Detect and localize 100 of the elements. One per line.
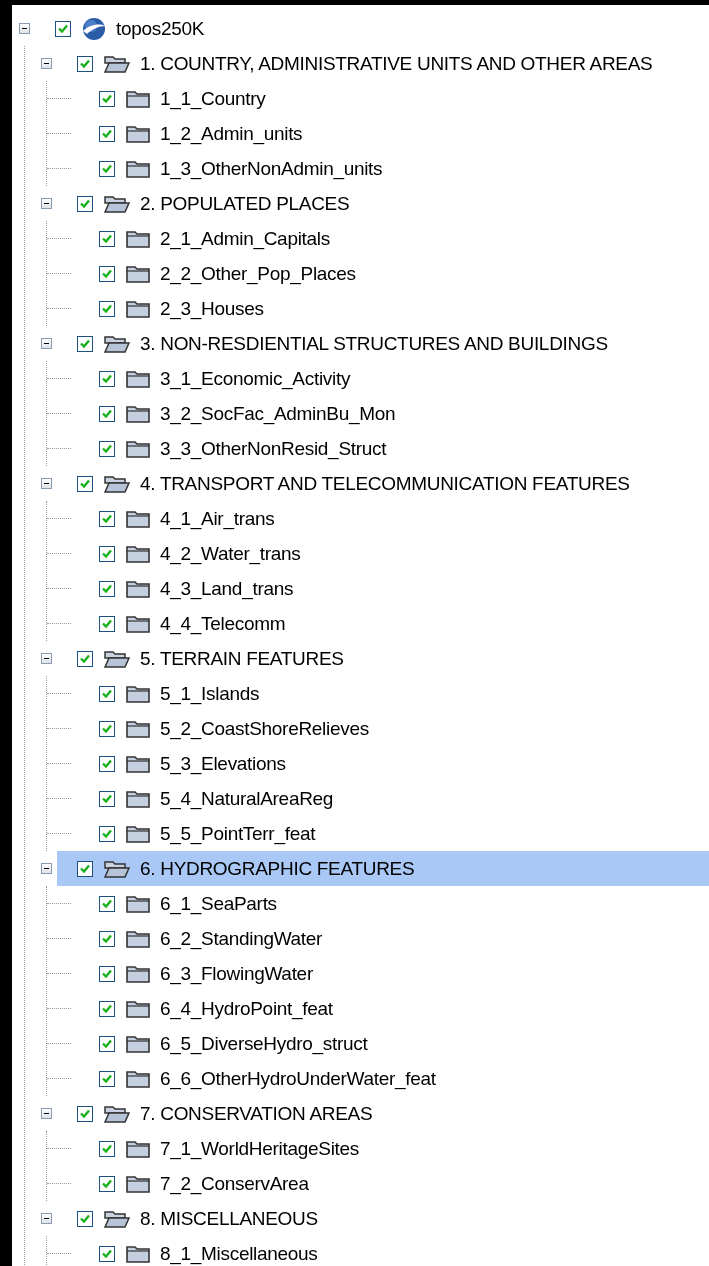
selected-row[interactable]: 6. HYDROGRAPHIC FEATURES: [57, 851, 709, 886]
checkbox[interactable]: [99, 545, 115, 562]
folder-icon: [125, 543, 151, 564]
layer-name: 6_1_SeaParts: [160, 892, 277, 915]
checkbox[interactable]: [99, 755, 115, 772]
layer-name: 8. MISCELLANEOUS: [140, 1207, 318, 1230]
checkbox[interactable]: [99, 1035, 115, 1052]
checkbox[interactable]: [55, 20, 71, 37]
checkbox[interactable]: [77, 1105, 93, 1122]
checkbox[interactable]: [99, 685, 115, 702]
layer-name: 3_2_SocFac_AdminBu_Mon: [160, 402, 396, 425]
collapse-icon[interactable]: [40, 58, 52, 69]
checkbox[interactable]: [99, 1245, 115, 1262]
open-folder-icon: [103, 53, 131, 74]
checkbox[interactable]: [77, 475, 93, 492]
checkbox[interactable]: [99, 720, 115, 737]
checkbox[interactable]: [99, 300, 115, 317]
folder-icon: [125, 578, 151, 599]
open-folder-icon: [103, 648, 131, 669]
folder-icon: [125, 123, 151, 144]
layer-name: 5. TERRAIN FEATURES: [140, 647, 344, 670]
checkbox[interactable]: [77, 1210, 93, 1227]
collapse-icon[interactable]: [40, 1213, 52, 1224]
layer-name: 4_1_Air_trans: [160, 507, 275, 530]
layer-name: 1_2_Admin_units: [160, 122, 303, 145]
folder-icon: [125, 893, 151, 914]
folder-icon: [125, 1173, 151, 1194]
checkbox[interactable]: [77, 195, 93, 212]
checkbox[interactable]: [99, 160, 115, 177]
folder-icon: [125, 228, 151, 249]
checkbox[interactable]: [99, 825, 115, 842]
open-folder-icon: [103, 473, 131, 494]
open-folder-icon: [103, 1103, 131, 1124]
checkbox[interactable]: [99, 965, 115, 982]
layer-name: 3. NON-RESDIENTIAL STRUCTURES AND BUILDINGS: [140, 332, 608, 355]
folder-icon: [125, 1033, 151, 1054]
checkbox[interactable]: [99, 1070, 115, 1087]
folder-icon: [125, 928, 151, 949]
folder-icon: [125, 1138, 151, 1159]
layer-name: 1. COUNTRY, ADMINISTRATIVE UNITS AND OTHER AREAS: [140, 52, 653, 75]
checkbox[interactable]: [99, 580, 115, 597]
layer-name: 5_4_NaturalAreaReg: [160, 787, 334, 810]
checkbox[interactable]: [99, 230, 115, 247]
checkbox[interactable]: [99, 125, 115, 142]
checkbox[interactable]: [99, 930, 115, 947]
collapse-icon[interactable]: [40, 338, 52, 349]
collapse-icon[interactable]: [40, 198, 52, 209]
folder-icon: [125, 998, 151, 1019]
layer-name: 7_2_ConservArea: [160, 1172, 309, 1195]
folder-icon: [125, 368, 151, 389]
checkbox[interactable]: [77, 55, 93, 72]
layer-name: 3_1_Economic_Activity: [160, 367, 351, 390]
collapse-icon[interactable]: [40, 653, 52, 664]
folder-icon: [125, 403, 151, 424]
checkbox[interactable]: [77, 650, 93, 667]
layer-name: 6_6_OtherHydroUnderWater_feat: [160, 1067, 436, 1090]
checkbox[interactable]: [77, 860, 93, 877]
folder-icon: [125, 438, 151, 459]
checkbox[interactable]: [99, 1000, 115, 1017]
layer-name: 3_3_OtherNonResid_Struct: [160, 437, 387, 460]
folder-icon: [125, 753, 151, 774]
layer-name: 1_1_Country: [160, 87, 266, 110]
checkbox[interactable]: [99, 1175, 115, 1192]
layer-name: 2_1_Admin_Capitals: [160, 227, 330, 250]
checkbox[interactable]: [99, 510, 115, 527]
folder-icon: [125, 788, 151, 809]
checkbox[interactable]: [99, 790, 115, 807]
layer-name: 4_2_Water_trans: [160, 542, 301, 565]
collapse-icon[interactable]: [40, 1108, 52, 1119]
collapse-icon[interactable]: [18, 23, 30, 34]
checkbox[interactable]: [99, 370, 115, 387]
layer-name: 5_1_Islands: [160, 682, 260, 705]
folder-icon: [125, 718, 151, 739]
folder-icon: [125, 263, 151, 284]
folder-icon: [125, 963, 151, 984]
folder-icon: [125, 1243, 151, 1264]
layer-name: 1_3_OtherNonAdmin_units: [160, 157, 383, 180]
checkbox[interactable]: [99, 1140, 115, 1157]
checkbox[interactable]: [99, 265, 115, 282]
layer-name: 4_3_Land_trans: [160, 577, 294, 600]
checkbox[interactable]: [99, 405, 115, 422]
layer-name: topos250K: [116, 17, 205, 40]
checkbox[interactable]: [99, 895, 115, 912]
layer-name: 8_1_Miscellaneous: [160, 1242, 318, 1265]
layer-name: 4. TRANSPORT AND TELECOMMUNICATION FEATURES: [140, 472, 630, 495]
checkbox[interactable]: [99, 615, 115, 632]
checkbox[interactable]: [77, 335, 93, 352]
layer-name: 7. CONSERVATION AREAS: [140, 1102, 373, 1125]
layer-name: 2. POPULATED PLACES: [140, 192, 350, 215]
folder-icon: [125, 298, 151, 319]
collapse-icon[interactable]: [40, 478, 52, 489]
checkbox[interactable]: [99, 90, 115, 107]
checkbox[interactable]: [99, 440, 115, 457]
globe-icon: [81, 16, 107, 41]
collapse-icon[interactable]: [40, 863, 52, 874]
layer-name: 6_5_DiverseHydro_struct: [160, 1032, 368, 1055]
layer-name: 2_2_Other_Pop_Places: [160, 262, 356, 285]
layer-name: 6_2_StandingWater: [160, 927, 323, 950]
layer-name: 5_3_Elevations: [160, 752, 286, 775]
folder-icon: [125, 823, 151, 844]
